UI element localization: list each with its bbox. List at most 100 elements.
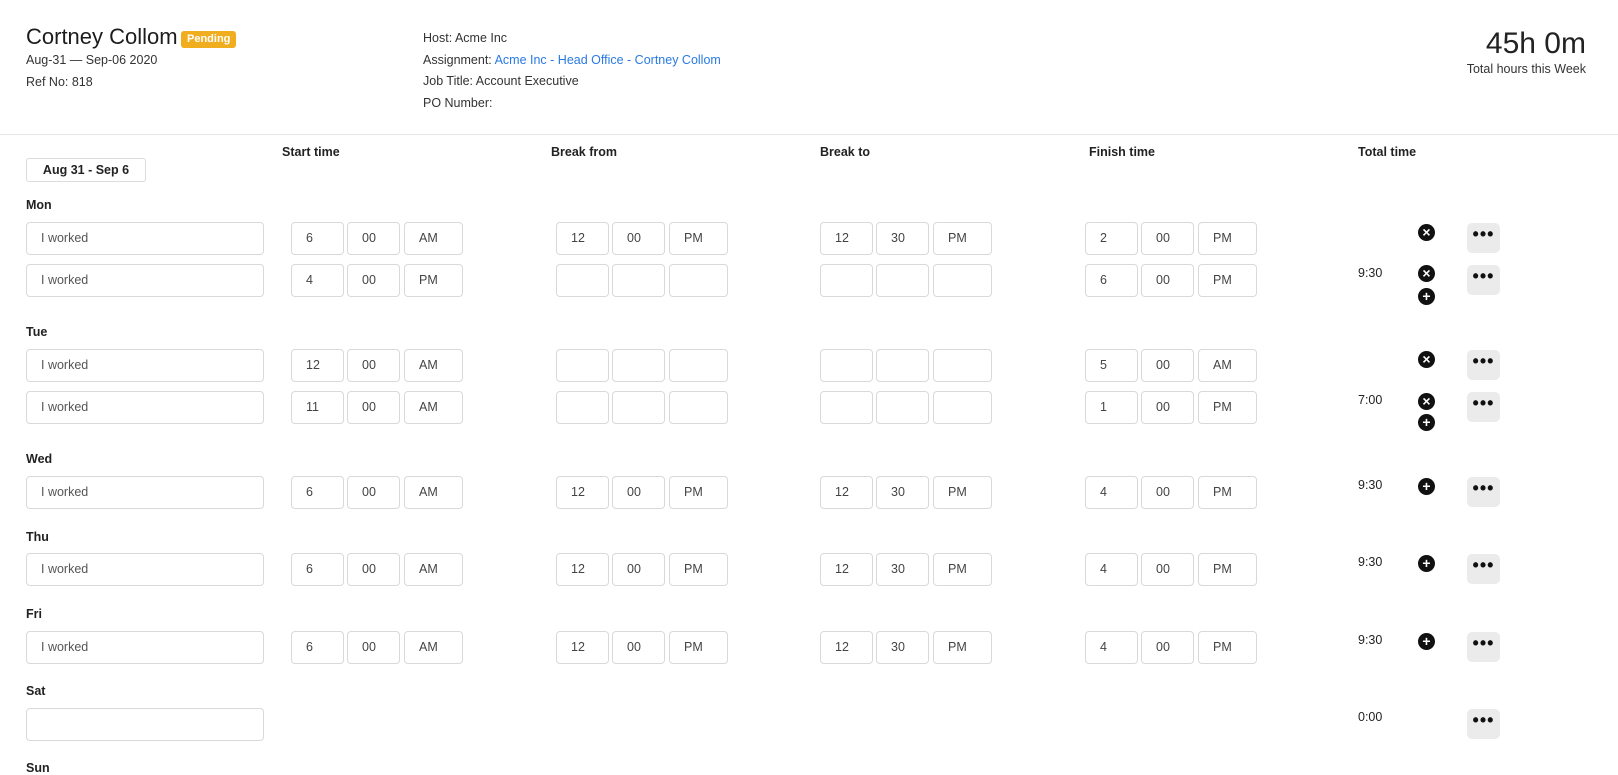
finish-hour-field[interactable]: 4 <box>1085 476 1138 509</box>
finish-ampm-field[interactable]: PM <box>1198 553 1257 586</box>
break-from-hour-field[interactable]: 12 <box>556 553 609 586</box>
finish-ampm-field[interactable]: AM <box>1198 349 1257 382</box>
description-input[interactable]: I worked <box>26 631 264 664</box>
more-options-button[interactable]: ••• <box>1467 709 1500 739</box>
more-options-button[interactable]: ••• <box>1467 392 1500 422</box>
break-from-ampm-field[interactable] <box>669 349 728 382</box>
description-input[interactable]: I worked <box>26 222 264 255</box>
finish-hour-field[interactable]: 4 <box>1085 631 1138 664</box>
break-to-ampm-field[interactable] <box>933 264 992 297</box>
more-options-button[interactable]: ••• <box>1467 632 1500 662</box>
break-to-ampm-field[interactable]: PM <box>933 553 992 586</box>
finish-ampm-field[interactable]: PM <box>1198 391 1257 424</box>
break-to-minute-field[interactable] <box>876 391 929 424</box>
finish-hour-field[interactable]: 4 <box>1085 553 1138 586</box>
break-to-ampm-field[interactable] <box>933 349 992 382</box>
start-hour-field[interactable]: 6 <box>291 553 344 586</box>
break-to-hour-field[interactable] <box>820 264 873 297</box>
finish-ampm-field[interactable]: PM <box>1198 222 1257 255</box>
break-to-hour-field[interactable] <box>820 391 873 424</box>
break-from-hour-field[interactable] <box>556 391 609 424</box>
start-ampm-field[interactable]: AM <box>404 391 463 424</box>
finish-hour-field[interactable]: 1 <box>1085 391 1138 424</box>
break-to-minute-field[interactable]: 30 <box>876 222 929 255</box>
break-to-ampm-field[interactable] <box>933 391 992 424</box>
start-minute-field[interactable]: 00 <box>347 553 400 586</box>
description-input[interactable]: I worked <box>26 349 264 382</box>
start-ampm-field[interactable]: AM <box>404 476 463 509</box>
break-to-hour-field[interactable]: 12 <box>820 222 873 255</box>
start-hour-field[interactable]: 6 <box>291 222 344 255</box>
remove-entry-icon[interactable]: × <box>1418 224 1435 241</box>
start-minute-field[interactable]: 00 <box>347 476 400 509</box>
finish-minute-field[interactable]: 00 <box>1141 553 1194 586</box>
break-from-hour-field[interactable]: 12 <box>556 476 609 509</box>
remove-entry-icon[interactable]: × <box>1418 393 1435 410</box>
break-from-minute-field[interactable]: 00 <box>612 476 665 509</box>
start-minute-field[interactable]: 00 <box>347 631 400 664</box>
description-input[interactable]: I worked <box>26 264 264 297</box>
break-from-hour-field[interactable]: 12 <box>556 631 609 664</box>
break-to-minute-field[interactable]: 30 <box>876 631 929 664</box>
finish-minute-field[interactable]: 00 <box>1141 222 1194 255</box>
break-from-ampm-field[interactable] <box>669 264 728 297</box>
start-minute-field[interactable]: 00 <box>347 391 400 424</box>
start-ampm-field[interactable]: PM <box>404 264 463 297</box>
finish-minute-field[interactable]: 00 <box>1141 391 1194 424</box>
break-from-minute-field[interactable] <box>612 391 665 424</box>
start-ampm-field[interactable]: AM <box>404 631 463 664</box>
start-minute-field[interactable]: 00 <box>347 222 400 255</box>
description-input[interactable] <box>26 708 264 741</box>
assignment-link[interactable]: Acme Inc - Head Office - Cortney Collom <box>495 53 721 67</box>
break-from-hour-field[interactable] <box>556 349 609 382</box>
break-to-minute-field[interactable]: 30 <box>876 553 929 586</box>
more-options-button[interactable]: ••• <box>1467 265 1500 295</box>
break-to-hour-field[interactable]: 12 <box>820 476 873 509</box>
break-from-ampm-field[interactable]: PM <box>669 222 728 255</box>
start-minute-field[interactable]: 00 <box>347 349 400 382</box>
break-from-hour-field[interactable] <box>556 264 609 297</box>
add-entry-icon[interactable]: + <box>1418 633 1435 650</box>
break-to-ampm-field[interactable]: PM <box>933 476 992 509</box>
break-to-minute-field[interactable] <box>876 349 929 382</box>
start-ampm-field[interactable]: AM <box>404 553 463 586</box>
break-from-ampm-field[interactable]: PM <box>669 476 728 509</box>
more-options-button[interactable]: ••• <box>1467 477 1500 507</box>
break-from-ampm-field[interactable]: PM <box>669 553 728 586</box>
finish-minute-field[interactable]: 00 <box>1141 631 1194 664</box>
remove-entry-icon[interactable]: × <box>1418 351 1435 368</box>
start-ampm-field[interactable]: AM <box>404 349 463 382</box>
break-from-ampm-field[interactable]: PM <box>669 631 728 664</box>
remove-entry-icon[interactable]: × <box>1418 265 1435 282</box>
more-options-button[interactable]: ••• <box>1467 223 1500 253</box>
add-entry-icon[interactable]: + <box>1418 288 1435 305</box>
break-to-hour-field[interactable]: 12 <box>820 553 873 586</box>
break-from-minute-field[interactable]: 00 <box>612 631 665 664</box>
break-from-minute-field[interactable] <box>612 349 665 382</box>
finish-minute-field[interactable]: 00 <box>1141 349 1194 382</box>
start-minute-field[interactable]: 00 <box>347 264 400 297</box>
description-input[interactable]: I worked <box>26 553 264 586</box>
finish-ampm-field[interactable]: PM <box>1198 264 1257 297</box>
break-to-minute-field[interactable]: 30 <box>876 476 929 509</box>
break-to-hour-field[interactable] <box>820 349 873 382</box>
finish-hour-field[interactable]: 6 <box>1085 264 1138 297</box>
add-entry-icon[interactable]: + <box>1418 478 1435 495</box>
finish-hour-field[interactable]: 5 <box>1085 349 1138 382</box>
finish-minute-field[interactable]: 00 <box>1141 476 1194 509</box>
start-hour-field[interactable]: 6 <box>291 476 344 509</box>
break-to-ampm-field[interactable]: PM <box>933 222 992 255</box>
finish-hour-field[interactable]: 2 <box>1085 222 1138 255</box>
break-to-ampm-field[interactable]: PM <box>933 631 992 664</box>
add-entry-icon[interactable]: + <box>1418 414 1435 431</box>
start-ampm-field[interactable]: AM <box>404 222 463 255</box>
finish-minute-field[interactable]: 00 <box>1141 264 1194 297</box>
finish-ampm-field[interactable]: PM <box>1198 631 1257 664</box>
week-range-button[interactable]: Aug 31 - Sep 6 <box>26 158 146 182</box>
description-input[interactable]: I worked <box>26 391 264 424</box>
add-entry-icon[interactable]: + <box>1418 555 1435 572</box>
more-options-button[interactable]: ••• <box>1467 350 1500 380</box>
finish-ampm-field[interactable]: PM <box>1198 476 1257 509</box>
start-hour-field[interactable]: 11 <box>291 391 344 424</box>
start-hour-field[interactable]: 12 <box>291 349 344 382</box>
